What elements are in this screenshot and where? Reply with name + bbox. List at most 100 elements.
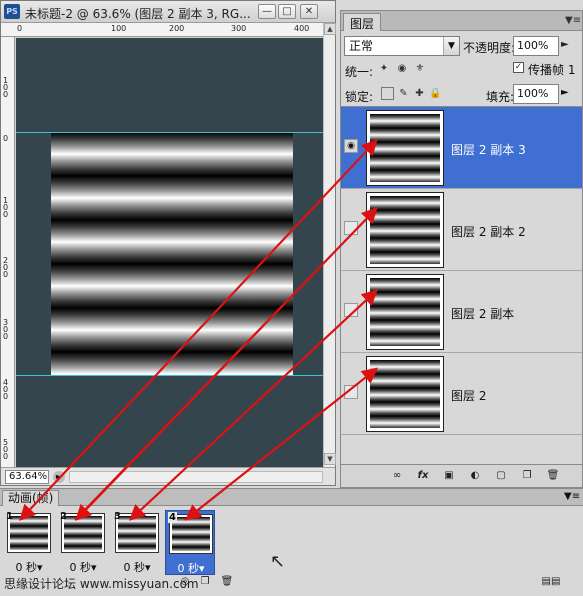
animation-frame[interactable]: 4 0 秒▾ [165, 510, 215, 575]
timeline-convert-icon[interactable]: ▤▤ [540, 575, 562, 589]
adjustment-layer-icon[interactable]: ◐ [467, 469, 483, 483]
scroll-down-icon[interactable]: ▼ [324, 453, 336, 465]
tween-icon[interactable]: ◎ [178, 575, 192, 589]
frame-thumbnail [115, 513, 159, 553]
ruler-tick: 2 0 0 [3, 256, 9, 279]
fx-icon[interactable]: fx [415, 469, 431, 483]
horizontal-ruler[interactable]: 0 100 200 300 400 [1, 23, 323, 37]
fill-slider-icon[interactable]: ► [561, 87, 569, 98]
unify-style-icon[interactable]: ⚜ [413, 62, 427, 76]
lock-position-icon[interactable]: ✚ [413, 87, 426, 100]
frame-thumbnail [7, 513, 51, 553]
scroll-up-icon[interactable]: ▲ [324, 23, 336, 35]
new-layer-icon[interactable]: ❐ [519, 469, 535, 483]
frame-delay[interactable]: 0 秒▾ [4, 559, 54, 575]
lock-pixels-icon[interactable]: ✎ [397, 87, 410, 100]
link-layers-icon[interactable]: ∞ [389, 469, 405, 483]
tab-layers[interactable]: 图层 [343, 13, 382, 31]
minimize-button[interactable]: — [258, 4, 276, 19]
layers-footer: ∞ fx ▣ ◐ ▢ ❐ 🗑 [341, 464, 582, 487]
animation-tab-row: 动画(帧) ▼≡ [0, 489, 583, 506]
visibility-toggle[interactable] [344, 221, 358, 235]
document-title: 未标题-2 @ 63.6% (图层 2 副本 3, RG... [25, 7, 251, 21]
layer-row[interactable]: 图层 2 副本 2 [341, 189, 582, 271]
guide-line[interactable] [16, 132, 323, 133]
horizontal-scrollbar[interactable] [69, 471, 323, 483]
ruler-tick: 100 [111, 24, 127, 33]
frame-number: 2 [60, 511, 67, 522]
ruler-tick: 0 [17, 24, 23, 33]
ruler-tick: 0 [3, 134, 9, 143]
opacity-label: 不透明度: [463, 41, 516, 55]
fill-label: 填充: [486, 90, 515, 104]
propagate-frame-checkbox[interactable]: ✓ [513, 62, 524, 73]
frame-delay[interactable]: 0 秒▾ [112, 559, 162, 575]
maximize-button[interactable]: □ [278, 4, 296, 19]
layer-thumbnail [366, 110, 444, 186]
frame-delay[interactable]: 0 秒▾ [58, 559, 108, 575]
new-frame-icon[interactable]: ❐ [198, 575, 212, 589]
lock-all-icon[interactable]: 🔒 [429, 87, 442, 100]
panel-menu-icon[interactable]: ▼≡ [565, 15, 581, 26]
tab-animation[interactable]: 动画(帧) [2, 490, 60, 506]
vertical-ruler[interactable]: 1 0 0 0 1 0 0 2 0 0 3 0 0 4 0 0 5 0 0 [1, 37, 15, 467]
chevron-down-icon: ▼ [443, 37, 459, 55]
ruler-tick: 4 0 0 [3, 378, 9, 401]
propagate-frame-label: 传播帧 1 [528, 63, 576, 77]
unify-label: 统一: [345, 65, 374, 79]
layer-row[interactable]: 图层 2 副本 [341, 271, 582, 353]
frame-number: 4 [168, 512, 177, 523]
unify-position-icon[interactable]: ✦ [377, 62, 391, 76]
fill-field[interactable]: 100% [513, 84, 559, 104]
document-window: PS 未标题-2 @ 63.6% (图层 2 副本 3, RG... — □ ✕… [0, 0, 336, 486]
frame-number: 3 [114, 511, 121, 522]
ruler-tick: 200 [169, 24, 185, 33]
striped-image[interactable] [51, 132, 293, 376]
layer-name[interactable]: 图层 2 副本 3 [451, 141, 526, 158]
ruler-tick: 1 0 0 [3, 76, 9, 99]
layer-thumbnail [366, 192, 444, 268]
guide-line[interactable] [16, 375, 323, 376]
ruler-tick: 300 [231, 24, 247, 33]
layers-tab-row: 图层 ▼≡ [341, 11, 582, 31]
opacity-field[interactable]: 100% [513, 36, 559, 56]
layer-list: ◉ 图层 2 副本 3 图层 2 副本 2 图层 2 副本 图层 2 [341, 106, 582, 464]
layer-name[interactable]: 图层 2 副本 2 [451, 223, 526, 240]
ruler-tick: 400 [294, 24, 310, 33]
status-menu-icon[interactable]: ► [53, 471, 65, 483]
trash-icon[interactable]: 🗑 [545, 469, 561, 483]
ruler-tick: 5 0 0 [3, 438, 9, 461]
animation-frame[interactable]: 1 0 秒▾ [4, 510, 54, 575]
blend-mode-value: 正常 [349, 39, 374, 53]
vertical-scrollbar[interactable]: ▲ ▼ [323, 23, 336, 467]
visibility-toggle[interactable] [344, 303, 358, 317]
add-mask-icon[interactable]: ▣ [441, 469, 457, 483]
visibility-toggle[interactable] [344, 385, 358, 399]
animation-panel: 动画(帧) ▼≡ 1 0 秒▾ 2 0 秒▾ 3 0 秒▾ 4 0 秒▾ ↖ 思… [0, 488, 583, 596]
lock-transparency-icon[interactable] [381, 87, 394, 100]
status-bar: 63.64% ► [1, 467, 335, 485]
opacity-slider-icon[interactable]: ► [561, 39, 569, 50]
ruler-tick: 3 0 0 [3, 318, 9, 341]
watermark: 思缘设计论坛 www.missyuan.com [4, 577, 199, 591]
ruler-tick: 1 0 0 [3, 196, 9, 219]
frame-delay[interactable]: 0 秒▾ [166, 560, 216, 576]
panel-menu-icon[interactable]: ▼≡ [564, 491, 580, 502]
animation-frame[interactable]: 2 0 秒▾ [58, 510, 108, 575]
close-button[interactable]: ✕ [300, 4, 318, 19]
zoom-field[interactable]: 63.64% [5, 470, 49, 484]
layer-row[interactable]: 图层 2 [341, 353, 582, 435]
layer-name[interactable]: 图层 2 副本 [451, 305, 514, 322]
trash-icon[interactable]: 🗑 [220, 575, 234, 589]
photoshop-icon: PS [4, 4, 20, 19]
layers-panel: 图层 ▼≡ 正常 ▼ 不透明度: 100% ► 统一: ✦ ◉ ⚜ ✓ 传播帧 … [340, 10, 583, 488]
new-group-icon[interactable]: ▢ [493, 469, 509, 483]
eye-icon[interactable]: ◉ [344, 139, 358, 153]
blend-mode-select[interactable]: 正常 ▼ [344, 36, 460, 56]
frame-number: 1 [6, 511, 13, 522]
document-titlebar[interactable]: PS 未标题-2 @ 63.6% (图层 2 副本 3, RG... — □ ✕ [1, 1, 335, 23]
unify-visibility-icon[interactable]: ◉ [395, 62, 409, 76]
layer-row[interactable]: ◉ 图层 2 副本 3 [341, 107, 582, 189]
animation-frame[interactable]: 3 0 秒▾ [112, 510, 162, 575]
layer-name[interactable]: 图层 2 [451, 387, 486, 404]
